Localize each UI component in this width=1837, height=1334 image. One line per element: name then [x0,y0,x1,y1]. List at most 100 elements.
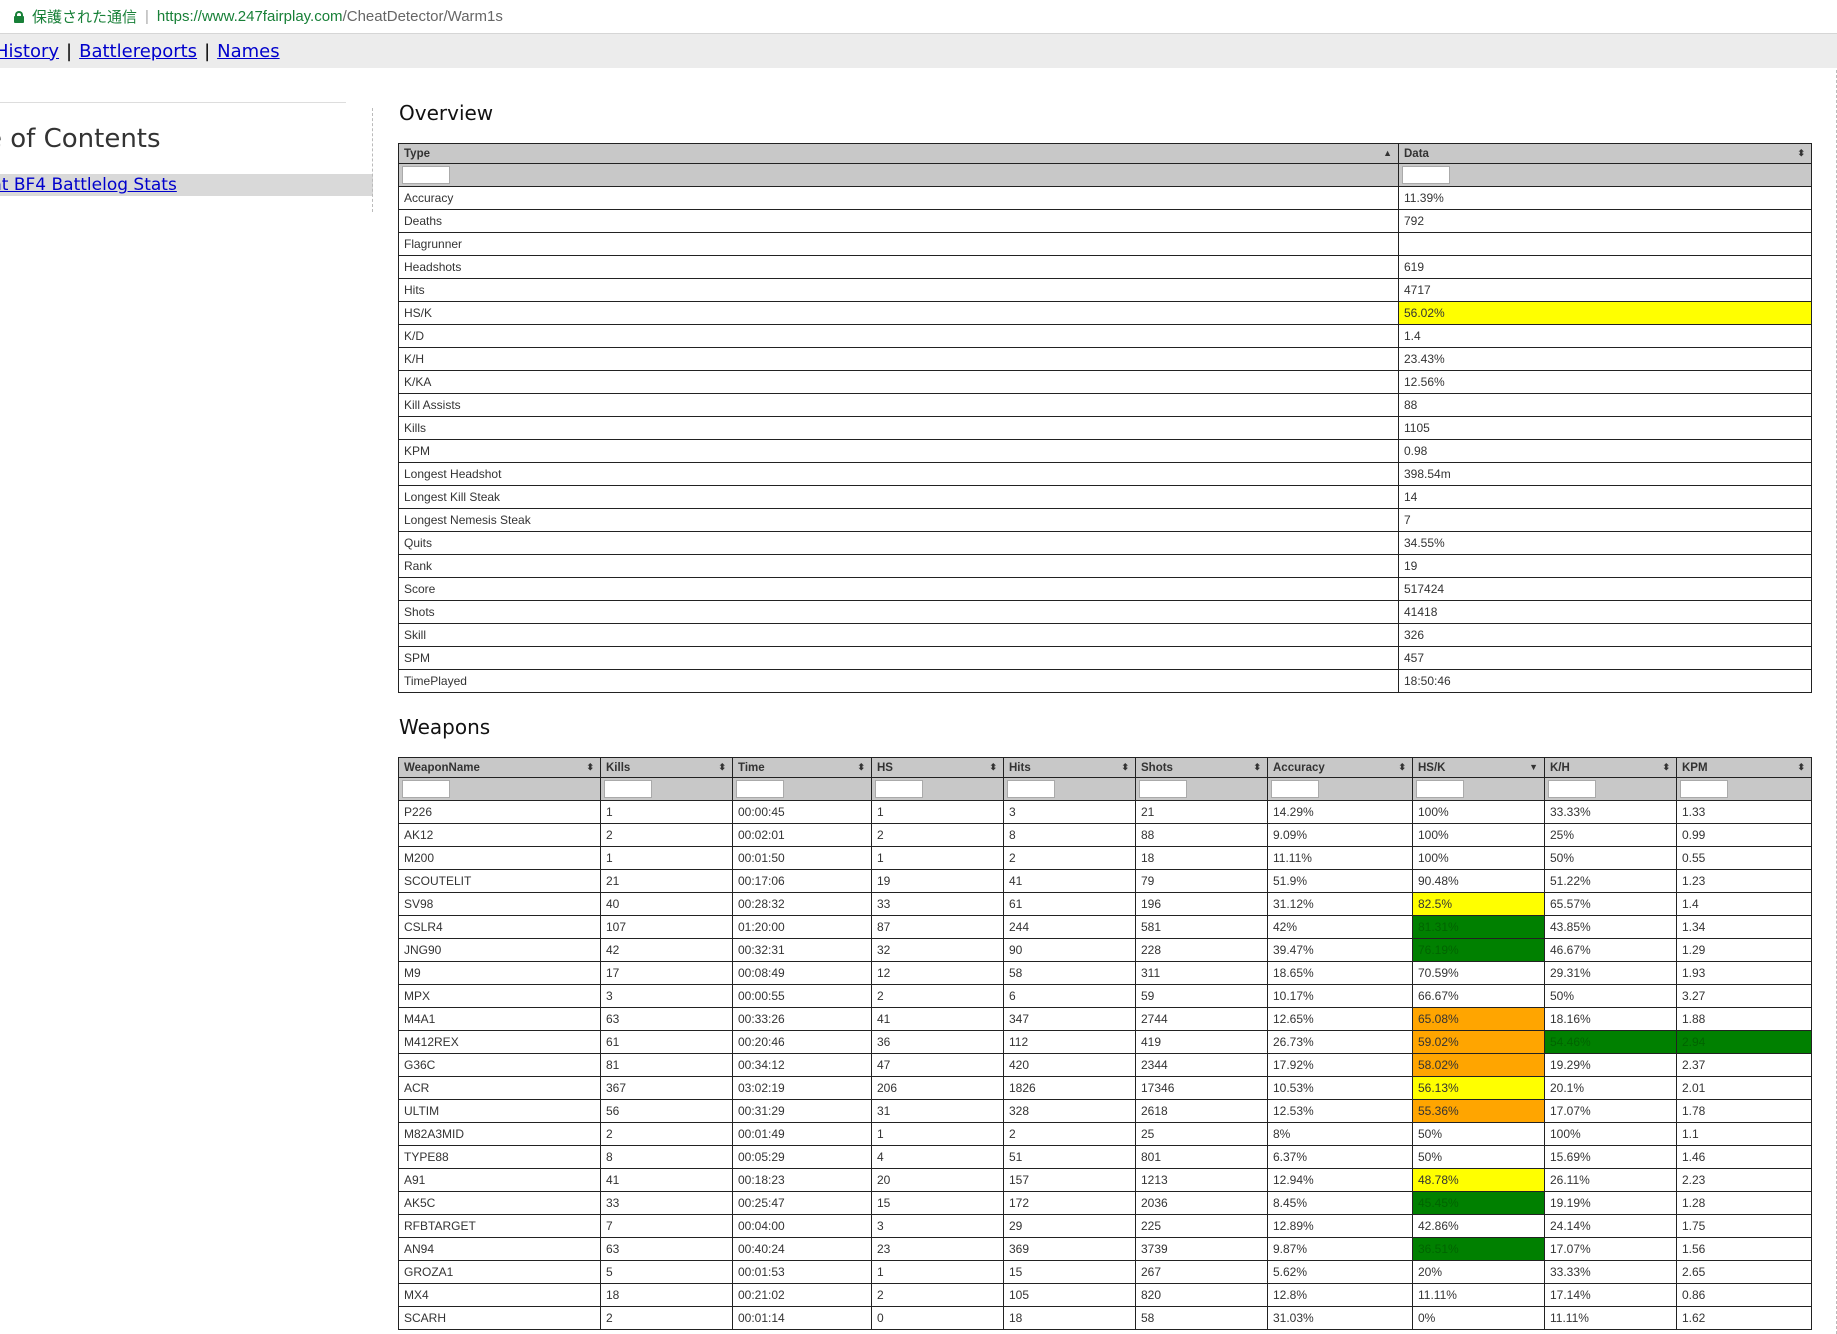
overview-row: Quits 34.55% [398,531,1812,555]
weapon-cell: 2 [871,984,1004,1008]
stat-value-cell: 23.43% [1398,347,1812,371]
filter-cell [398,163,1399,187]
weapon-cell: 55.36% [1412,1099,1545,1123]
col-header-k-h[interactable]: K/H ⬍ [1544,757,1677,778]
sort-icon: ▼ [1529,762,1538,772]
toc-item: nt BF4 Battlelog Stats [0,174,373,196]
stat-type-cell: SPM [398,646,1399,670]
weapon-cell: 00:21:02 [732,1283,872,1307]
col-header-hits[interactable]: Hits ⬍ [1003,757,1136,778]
overview-row: K/D 1.4 [398,324,1812,348]
weapon-cell: 8.45% [1267,1191,1413,1215]
weapon-cell: JNG90 [398,938,601,962]
filter-hits-input[interactable] [1007,780,1055,798]
weapon-cell: 00:01:49 [732,1122,872,1146]
weapon-cell: 51.22% [1544,869,1677,893]
filter-shots-input[interactable] [1139,780,1187,798]
filter-time-input[interactable] [736,780,784,798]
stat-value-cell: 1.4 [1398,324,1812,348]
weapon-cell: 100% [1412,823,1545,847]
col-header-weaponname[interactable]: WeaponName ⬍ [398,757,601,778]
weapon-cell: 21 [600,869,733,893]
stat-value-cell: 41418 [1398,600,1812,624]
weapons-heading: Weapons [399,715,491,739]
weapon-cell: 45.45% [1412,1191,1545,1215]
weapon-cell: 65.08% [1412,1007,1545,1031]
weapon-cell: 31 [871,1099,1004,1123]
filter-data-input[interactable] [1402,166,1450,184]
filter-kpm-input[interactable] [1680,780,1728,798]
weapon-cell: 1 [871,800,1004,824]
stat-value-cell: 12.56% [1398,370,1812,394]
url-path[interactable]: /CheatDetector/Warm1s [343,8,503,25]
weapon-cell: 17346 [1135,1076,1268,1100]
secure-connection-label[interactable]: 保護された通信 [32,6,137,27]
col-header-data[interactable]: Data ⬍ [1398,143,1812,164]
weapon-cell: 41 [1003,869,1136,893]
weapon-cell: 228 [1135,938,1268,962]
col-header-kpm[interactable]: KPM ⬍ [1676,757,1812,778]
weapon-cell: 43.85% [1544,915,1677,939]
col-header-shots[interactable]: Shots ⬍ [1135,757,1268,778]
weapon-cell: 47 [871,1053,1004,1077]
stat-type-cell: Accuracy [398,186,1399,210]
weapon-cell: 87 [871,915,1004,939]
weapon-cell: 6 [1003,984,1136,1008]
weapon-cell: SCOUTELIT [398,869,601,893]
weapon-cell: 00:00:55 [732,984,872,1008]
weapon-cell: 100% [1412,846,1545,870]
overview-row: Longest Kill Steak 14 [398,485,1812,509]
address-bar[interactable]: 保護された通信 | https://www.247fairplay.com/Ch… [0,0,1837,34]
weapon-cell: 03:02:19 [732,1076,872,1100]
filter-cell [1398,163,1812,187]
weapon-cell: 347 [1003,1007,1136,1031]
weapon-cell: 61 [600,1030,733,1054]
col-header-type[interactable]: Type ▲ [398,143,1399,164]
stat-type-cell: Headshots [398,255,1399,279]
col-header-accuracy[interactable]: Accuracy ⬍ [1267,757,1413,778]
weapon-cell: 29.31% [1544,961,1677,985]
weapon-cell: 196 [1135,892,1268,916]
weapon-cell: 26.73% [1267,1030,1413,1054]
nav-link-battlereports[interactable]: Battlereports [79,41,197,62]
weapon-cell: GROZA1 [398,1260,601,1284]
col-header-hs[interactable]: HS ⬍ [871,757,1004,778]
weapon-row: SCOUTELIT 21 00:17:06 19 41 79 51.9% 90.48% 51.2… [398,869,1812,893]
weapon-cell: 00:34:12 [732,1053,872,1077]
col-header-time[interactable]: Time ⬍ [732,757,872,778]
weapon-cell: 10.17% [1267,984,1413,1008]
weapon-row: G36C 81 00:34:12 47 420 2344 17.92% 58.02% 19.29… [398,1053,1812,1077]
weapon-cell: 42.86% [1412,1214,1545,1238]
col-header-hs-k[interactable]: HS/K ▼ [1412,757,1545,778]
weapon-cell: 42 [600,938,733,962]
weapon-cell: 12.94% [1267,1168,1413,1192]
weapon-cell: 42% [1267,915,1413,939]
filter-type-input[interactable] [402,166,450,184]
stat-type-cell: Score [398,577,1399,601]
weapon-cell: 3739 [1135,1237,1268,1261]
weapon-cell: 00:01:53 [732,1260,872,1284]
weapon-cell: 56.13% [1412,1076,1545,1100]
filter-hs-input[interactable] [875,780,923,798]
weapon-row: JNG90 42 00:32:31 32 90 228 39.47% 76.19% 46.67%… [398,938,1812,962]
filter-hs-k-input[interactable] [1416,780,1464,798]
weapon-cell: 0.99 [1676,823,1812,847]
weapon-cell: 369 [1003,1237,1136,1261]
weapon-cell: 17.07% [1544,1237,1677,1261]
lock-icon [14,10,24,23]
nav-link-names[interactable]: Names [217,41,279,62]
toc-link-battlelog-stats[interactable]: nt BF4 Battlelog Stats [0,175,177,195]
weapon-cell: 29 [1003,1214,1136,1238]
col-header-kills[interactable]: Kills ⬍ [600,757,733,778]
filter-accuracy-input[interactable] [1271,780,1319,798]
url-host[interactable]: https://www.247fairplay.com [157,8,343,25]
filter-kills-input[interactable] [604,780,652,798]
weapon-cell: 50% [1544,984,1677,1008]
weapon-cell: 2 [871,823,1004,847]
filter-weaponname-input[interactable] [402,780,450,798]
nav-link-history[interactable]: History [0,41,59,62]
filter-k-h-input[interactable] [1548,780,1596,798]
weapon-cell: 6.37% [1267,1145,1413,1169]
weapon-cell: 21 [1135,800,1268,824]
weapon-cell: 15 [871,1191,1004,1215]
